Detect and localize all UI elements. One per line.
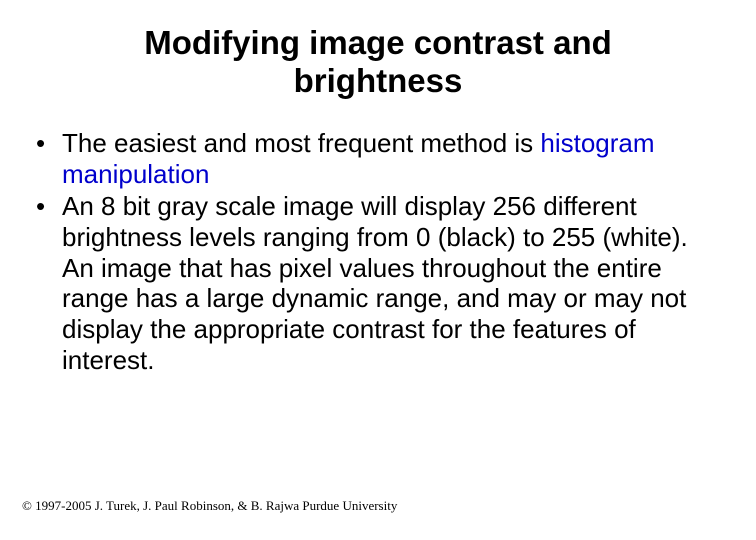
bullet-text-pre: An 8 bit gray scale image will display 2…: [62, 191, 688, 374]
bullet-list: The easiest and most frequent method is …: [32, 128, 724, 375]
slide-title: Modifying image contrast and brightness: [78, 24, 678, 100]
list-item: An 8 bit gray scale image will display 2…: [34, 191, 724, 375]
footer-copyright: © 1997-2005 J. Turek, J. Paul Robinson, …: [22, 498, 397, 514]
slide: Modifying image contrast and brightness …: [0, 0, 756, 540]
bullet-text-pre: The easiest and most frequent method is: [62, 128, 540, 158]
list-item: The easiest and most frequent method is …: [34, 128, 724, 189]
